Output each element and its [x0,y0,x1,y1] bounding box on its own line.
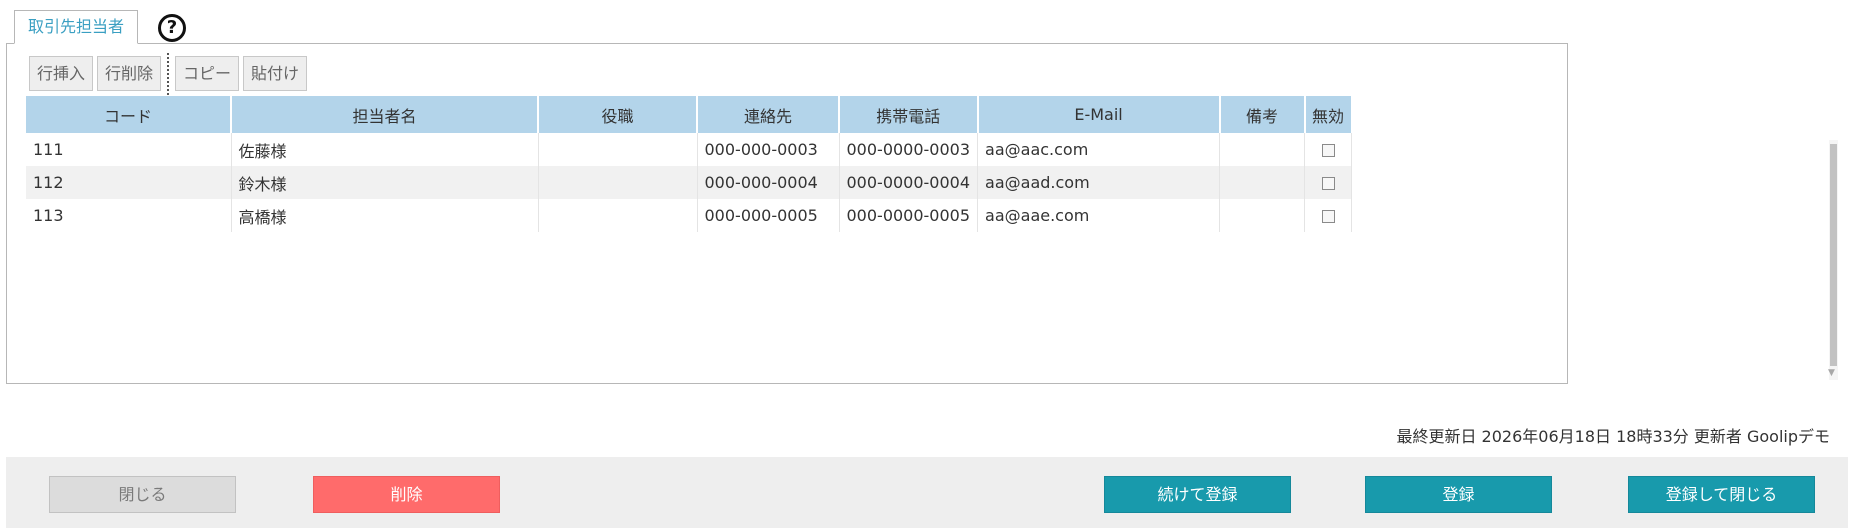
table-row[interactable]: 113 高橋様 000-000-0005 000-0000-0005 aa@aa… [26,199,1353,232]
cell-mobile[interactable]: 000-0000-0005 [839,199,979,232]
copy-button[interactable]: コピー [175,56,240,91]
cell-contact[interactable]: 000-000-0003 [697,133,840,166]
cell-mobile[interactable]: 000-0000-0004 [839,166,979,199]
column-header-mobile[interactable]: 携帯電話 [839,96,979,133]
register-and-close-button[interactable]: 登録して閉じる [1628,476,1815,513]
column-header-note[interactable]: 備考 [1219,96,1306,133]
cell-contact[interactable]: 000-000-0005 [697,199,840,232]
last-updated-info: 最終更新日 2026年06月18日 18時33分 更新者 Goolipデモ [1396,427,1830,446]
cell-note[interactable] [1219,133,1306,166]
cell-code[interactable]: 112 [26,166,232,199]
cell-code[interactable]: 111 [26,133,232,166]
cell-contact[interactable]: 000-000-0004 [697,166,840,199]
cell-email[interactable]: aa@aac.com [977,133,1221,166]
close-button[interactable]: 閉じる [49,476,236,513]
cell-mobile[interactable]: 000-0000-0003 [839,133,979,166]
cell-title[interactable] [538,133,698,166]
cell-note[interactable] [1219,166,1306,199]
contact-person-form: 取引先担当者 ? 行挿入 行削除 コピー 貼付け コード 担当者名 役職 連絡先… [0,0,1854,528]
vertical-scrollbar[interactable] [1829,140,1838,380]
cell-disabled [1304,199,1353,232]
contacts-table: コード 担当者名 役職 連絡先 携帯電話 E-Mail 備考 無効 111 佐藤… [26,96,1353,232]
disabled-checkbox[interactable] [1321,177,1335,190]
column-header-email[interactable]: E-Mail [977,96,1221,133]
tab-contact-persons[interactable]: 取引先担当者 [14,10,138,44]
cell-name[interactable]: 鈴木様 [231,166,539,199]
disabled-checkbox[interactable] [1321,144,1335,157]
grid-toolbar: 行挿入 行削除 コピー 貼付け [29,52,311,95]
delete-row-button[interactable]: 行削除 [97,56,162,91]
contacts-panel: 行挿入 行削除 コピー 貼付け コード 担当者名 役職 連絡先 携帯電話 E-M… [6,43,1568,384]
help-icon[interactable]: ? [158,14,186,42]
cell-disabled [1304,166,1353,199]
table-header-row: コード 担当者名 役職 連絡先 携帯電話 E-Mail 備考 無効 [26,96,1353,133]
toolbar-separator [167,52,170,95]
scrollbar-thumb[interactable] [1830,144,1837,366]
cell-name[interactable]: 高橋様 [231,199,539,232]
cell-title[interactable] [538,199,698,232]
cell-name[interactable]: 佐藤様 [231,133,539,166]
column-header-contact[interactable]: 連絡先 [697,96,840,133]
cell-note[interactable] [1219,199,1306,232]
column-header-code[interactable]: コード [26,96,232,133]
cell-code[interactable]: 113 [26,199,232,232]
delete-button[interactable]: 削除 [313,476,500,513]
footer-bar: 閉じる 削除 続けて登録 登録 登録して閉じる [6,457,1848,528]
cell-email[interactable]: aa@aae.com [977,199,1221,232]
column-header-disabled[interactable]: 無効 [1304,96,1353,133]
cell-disabled [1304,133,1353,166]
scroll-down-arrow-icon[interactable]: ▼ [1828,368,1835,378]
paste-button[interactable]: 貼付け [243,56,308,91]
table-row[interactable]: 112 鈴木様 000-000-0004 000-0000-0004 aa@aa… [26,166,1353,199]
cell-email[interactable]: aa@aad.com [977,166,1221,199]
column-header-name[interactable]: 担当者名 [231,96,539,133]
continue-register-button[interactable]: 続けて登録 [1104,476,1291,513]
cell-title[interactable] [538,166,698,199]
column-header-title[interactable]: 役職 [538,96,698,133]
table-row[interactable]: 111 佐藤様 000-000-0003 000-0000-0003 aa@aa… [26,133,1353,166]
disabled-checkbox[interactable] [1321,210,1335,223]
register-button[interactable]: 登録 [1365,476,1552,513]
insert-row-button[interactable]: 行挿入 [29,56,94,91]
